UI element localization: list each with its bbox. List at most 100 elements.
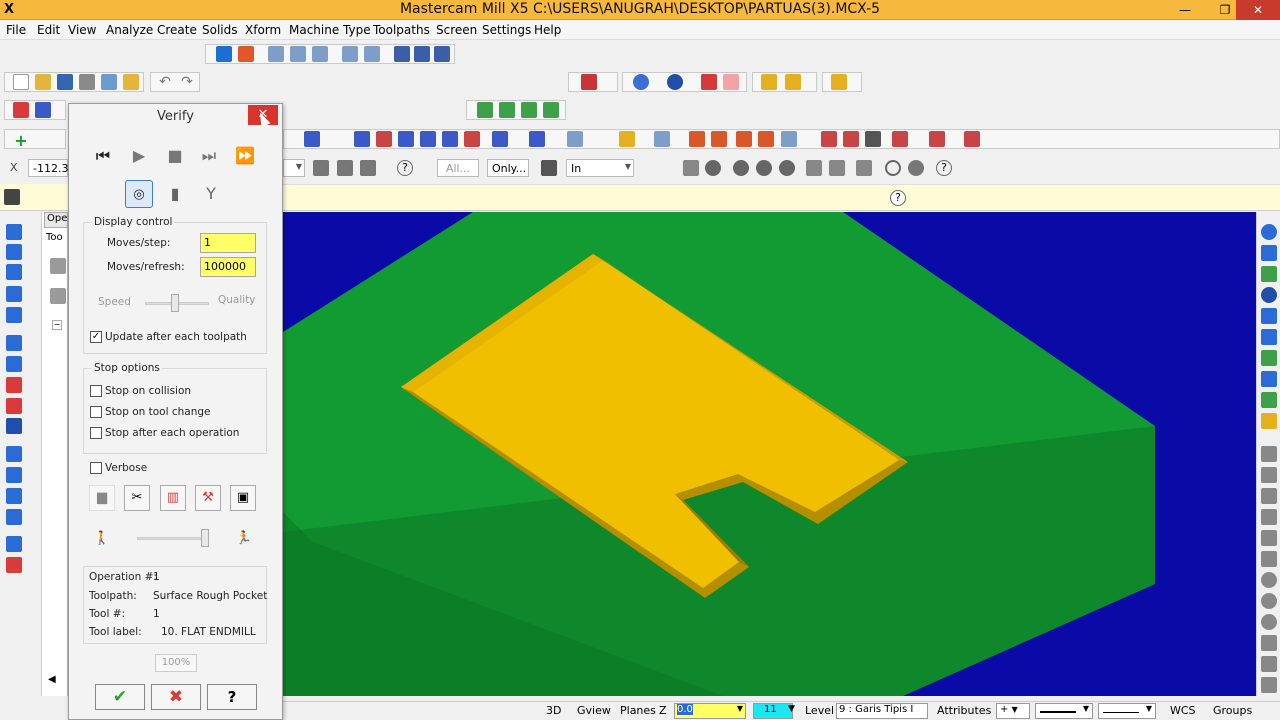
menu-toolpaths[interactable]: Toolpaths (373, 23, 430, 37)
select-icon[interactable] (313, 160, 329, 176)
unchain-icon[interactable] (843, 131, 859, 147)
roughing-icon[interactable] (1261, 446, 1277, 462)
verify-mode-icon[interactable]: ◎ (125, 180, 153, 208)
extrude-icon[interactable] (6, 446, 22, 462)
ok-button[interactable]: ✔ (95, 684, 145, 710)
contour-icon[interactable] (1261, 371, 1277, 387)
iso-view-icon[interactable] (543, 102, 559, 118)
parallel-icon[interactable] (1261, 677, 1277, 693)
shape-select-icon[interactable] (705, 160, 721, 176)
break-icon[interactable] (619, 131, 635, 147)
zoom-in-icon[interactable] (312, 46, 328, 62)
move-icon[interactable] (354, 131, 370, 147)
question-icon[interactable]: ? (397, 160, 413, 176)
offset-icon[interactable] (442, 131, 458, 147)
surface-icon[interactable] (6, 536, 22, 552)
restmill-icon[interactable] (1261, 635, 1277, 651)
side-view-icon[interactable] (521, 102, 537, 118)
menu-machine-type[interactable]: Machine Type (289, 23, 371, 37)
join-icon[interactable] (654, 131, 670, 147)
selection-combo[interactable]: ▼ (283, 159, 305, 177)
line-icon[interactable] (6, 244, 22, 260)
loop-select-icon[interactable] (856, 160, 872, 176)
help-button[interactable]: ? (207, 684, 257, 710)
save-icon[interactable] (57, 74, 73, 90)
level-button[interactable]: Level (805, 704, 834, 717)
arc-icon[interactable] (6, 264, 22, 280)
menu-xform[interactable]: Xform (245, 23, 281, 37)
project-icon[interactable] (1261, 593, 1277, 609)
fit-icon[interactable] (238, 46, 254, 62)
only-button[interactable]: Only... (487, 159, 529, 177)
stock-icon[interactable] (929, 131, 945, 147)
moves-refresh-input[interactable]: 100000 (200, 257, 256, 277)
no-select-icon[interactable] (885, 160, 901, 176)
camera-icon[interactable]: ▆ (89, 485, 115, 511)
minimize-button[interactable]: — (1168, 0, 1202, 20)
fast-forward-icon[interactable]: ⏩ (231, 142, 259, 170)
sphere-icon[interactable] (667, 74, 683, 90)
verbose-checkbox[interactable] (90, 462, 102, 474)
solid-shade-icon[interactable] (701, 74, 717, 90)
print-preview-icon[interactable] (101, 74, 117, 90)
holder-display-icon[interactable]: Y (197, 180, 225, 208)
repaint-icon[interactable] (394, 46, 410, 62)
selection-mode-combo[interactable]: In ▼ (566, 159, 634, 177)
menu-screen[interactable]: Screen (436, 23, 477, 37)
point-icon[interactable] (6, 224, 22, 240)
attributes-button[interactable]: Attributes (937, 704, 991, 717)
new-file-icon[interactable] (13, 74, 29, 90)
fillet-icon[interactable] (6, 286, 22, 302)
revolve-icon[interactable] (6, 467, 22, 483)
hatch-icon[interactable] (711, 131, 727, 147)
spline-icon[interactable] (6, 307, 22, 323)
menu-file[interactable]: File (6, 23, 26, 37)
stock-cube-icon[interactable] (1261, 392, 1277, 408)
point-select-icon[interactable] (733, 160, 749, 176)
selection-mode-icon[interactable] (541, 160, 557, 176)
translate-icon[interactable] (464, 131, 480, 147)
unzoom-icon[interactable] (342, 46, 358, 62)
zoom-out-icon[interactable] (364, 46, 380, 62)
polygon-icon[interactable] (6, 356, 22, 372)
sweep-icon[interactable] (6, 488, 22, 504)
sim-speed-slider-thumb[interactable] (201, 529, 209, 547)
orbit-icon[interactable] (1261, 224, 1277, 240)
pencil-path-icon[interactable] (1261, 551, 1277, 567)
surface-trim-icon[interactable] (6, 557, 22, 573)
level-input[interactable]: 9 : Garis Tipis I (836, 703, 928, 719)
measure-icon[interactable]: ⚒ (195, 485, 221, 511)
operations-tab[interactable]: Ope (44, 212, 68, 228)
stop-collision-checkbox[interactable] (90, 385, 102, 397)
sim-speed-slider[interactable] (137, 537, 209, 540)
fast-icon[interactable]: 🏃 (231, 527, 257, 553)
pocket-icon[interactable] (1261, 350, 1277, 366)
note-icon[interactable] (758, 131, 774, 147)
scale-icon[interactable] (420, 131, 436, 147)
cube-view-icon[interactable] (1261, 266, 1277, 282)
wand-icon[interactable] (831, 74, 847, 90)
pan-icon[interactable] (216, 46, 232, 62)
menu-settings[interactable]: Settings (482, 23, 531, 37)
menu-analyze[interactable]: Analyze (106, 23, 153, 37)
roll-icon[interactable] (567, 131, 583, 147)
radial-icon[interactable] (1261, 572, 1277, 588)
x-coord-field[interactable]: -112.39 (28, 159, 75, 177)
gview-button[interactable]: Gview (577, 704, 611, 717)
face-select-icon[interactable] (779, 160, 795, 176)
transform-icon[interactable] (304, 131, 320, 147)
point-style-combo[interactable]: + ▼ (996, 703, 1030, 719)
cylinder-icon[interactable] (1261, 308, 1277, 324)
letters-icon[interactable] (6, 377, 22, 393)
body-select-icon[interactable] (806, 160, 822, 176)
slow-icon[interactable]: 🚶 (89, 527, 115, 553)
menu-solids[interactable]: Solids (202, 23, 238, 37)
menu-create[interactable]: Create (157, 23, 197, 37)
properties-icon[interactable] (123, 74, 139, 90)
view-3d-button[interactable]: 3D (546, 704, 561, 717)
close-button[interactable]: ✕ (1236, 0, 1280, 20)
stop-tool-change-checkbox[interactable] (90, 406, 102, 418)
vector-select-icon[interactable] (683, 160, 699, 176)
all-button[interactable]: All... (437, 159, 479, 177)
blend-icon[interactable] (1261, 614, 1277, 630)
